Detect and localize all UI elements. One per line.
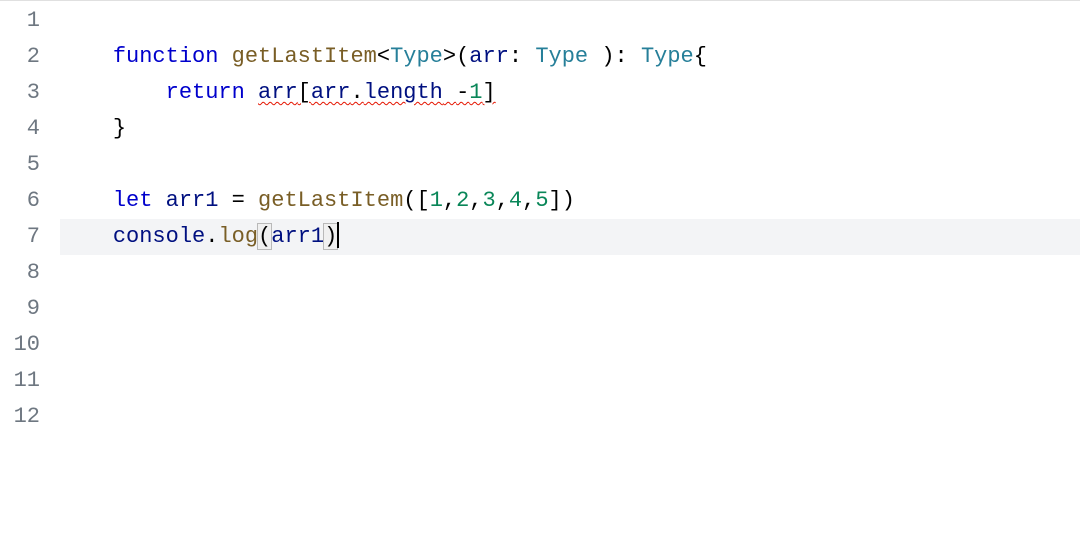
code-line[interactable] — [60, 363, 1080, 399]
code-line[interactable]: return arr[arr.length -1] — [60, 75, 1080, 111]
line-number: 9 — [0, 291, 40, 327]
line-number: 3 — [0, 75, 40, 111]
code-token: ] — [483, 80, 496, 105]
line-number: 5 — [0, 147, 40, 183]
code-token: return — [166, 80, 245, 105]
text-cursor — [337, 222, 339, 248]
code-token: { — [694, 44, 707, 69]
code-token: Type — [535, 44, 588, 69]
code-line[interactable] — [60, 3, 1080, 39]
code-area[interactable]: function getLastItem<Type>(arr: Type ): … — [60, 3, 1080, 435]
code-token: [ — [298, 80, 311, 105]
code-token: . — [205, 224, 218, 249]
code-line[interactable] — [60, 147, 1080, 183]
code-token: log — [218, 224, 258, 249]
code-token: 2 — [456, 188, 469, 213]
line-gutter: 123456789101112 — [0, 3, 60, 435]
code-token: length — [364, 80, 443, 105]
indent — [60, 183, 113, 219]
code-token: - — [456, 80, 469, 105]
code-token: Type — [390, 44, 443, 69]
code-token: ) — [323, 223, 338, 250]
code-token: let — [113, 188, 153, 213]
code-token: arr1 — [271, 224, 324, 249]
code-line[interactable]: console.log(arr1) — [60, 219, 1080, 255]
code-token: : — [509, 44, 535, 69]
indent — [60, 111, 113, 147]
code-token: arr — [469, 44, 509, 69]
code-line[interactable]: let arr1 = getLastItem([1,2,3,4,5]) — [60, 183, 1080, 219]
code-token: function — [113, 44, 219, 69]
code-token — [152, 188, 165, 213]
code-token: , — [496, 188, 509, 213]
code-token: console — [113, 224, 205, 249]
code-token: arr — [311, 80, 351, 105]
code-token: ([ — [403, 188, 429, 213]
code-token: } — [113, 116, 126, 141]
code-line[interactable]: } — [60, 111, 1080, 147]
line-number: 6 — [0, 183, 40, 219]
code-token: 3 — [483, 188, 496, 213]
line-number: 4 — [0, 111, 40, 147]
line-number: 1 — [0, 3, 40, 39]
line-number: 12 — [0, 399, 40, 435]
code-line[interactable] — [60, 255, 1080, 291]
code-token: getLastItem — [232, 44, 377, 69]
line-number: 7 — [0, 219, 40, 255]
code-token: 5 — [535, 188, 548, 213]
code-token: arr — [258, 80, 298, 105]
code-token: , — [469, 188, 482, 213]
code-line[interactable] — [60, 327, 1080, 363]
code-editor[interactable]: 123456789101112 function getLastItem<Typ… — [0, 0, 1080, 435]
code-line[interactable]: function getLastItem<Type>(arr: Type ): … — [60, 39, 1080, 75]
code-token — [245, 80, 258, 105]
code-token: 1 — [430, 188, 443, 213]
code-token: < — [377, 44, 390, 69]
code-token: >( — [443, 44, 469, 69]
code-token: 4 — [509, 188, 522, 213]
line-number: 11 — [0, 363, 40, 399]
code-token: , — [522, 188, 535, 213]
code-token: ]) — [549, 188, 575, 213]
code-token: ( — [257, 223, 272, 250]
code-token — [443, 80, 456, 105]
line-number: 2 — [0, 39, 40, 75]
line-number: 8 — [0, 255, 40, 291]
indent — [60, 75, 166, 111]
code-token: Type — [641, 44, 694, 69]
code-token: 1 — [469, 80, 482, 105]
code-line[interactable] — [60, 291, 1080, 327]
code-token: , — [443, 188, 456, 213]
indent — [60, 39, 113, 75]
code-token: ): — [588, 44, 641, 69]
code-token: = — [218, 188, 258, 213]
code-token: . — [350, 80, 363, 105]
code-token — [218, 44, 231, 69]
indent — [60, 219, 113, 255]
code-line[interactable] — [60, 399, 1080, 435]
code-token: arr1 — [166, 188, 219, 213]
code-token: getLastItem — [258, 188, 403, 213]
line-number: 10 — [0, 327, 40, 363]
